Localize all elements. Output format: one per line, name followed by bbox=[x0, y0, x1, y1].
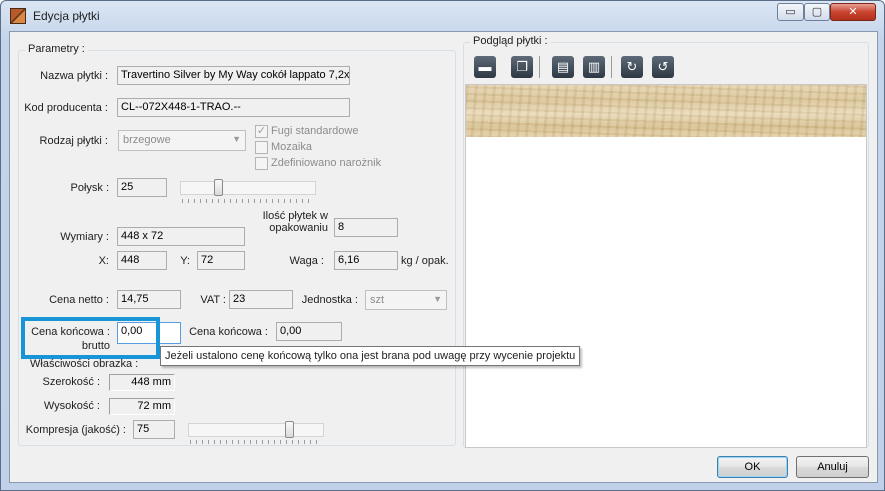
minimize-button[interactable]: ▭ bbox=[777, 3, 804, 21]
compression-slider-thumb[interactable] bbox=[284, 421, 294, 438]
weight-unit-label: kg / opak. bbox=[401, 255, 449, 267]
unit-select[interactable]: szt ▼ bbox=[365, 290, 447, 310]
x-field[interactable]: 448 bbox=[117, 251, 167, 270]
chevron-down-icon: ▼ bbox=[232, 134, 241, 144]
chevron-down-icon: ▼ bbox=[433, 294, 442, 304]
flip-vertical-icon[interactable]: ▥ bbox=[583, 56, 605, 78]
corner-defined-label: Zdefiniowano narożnik bbox=[271, 157, 382, 169]
producer-code-label: Kod producenta : bbox=[24, 102, 108, 114]
quantity-per-pack-label: Ilość płytek w opakowaniu bbox=[262, 210, 328, 234]
gloss-field[interactable]: 25 bbox=[117, 178, 167, 197]
tile-name-label: Nazwa płytki : bbox=[40, 70, 108, 82]
dimensions-field[interactable]: 448 x 72 bbox=[117, 227, 245, 246]
dialog-window: Edycja płytki ▭ ▢ ✕ Parametry : Nazwa pł… bbox=[0, 0, 885, 491]
tile-app-icon bbox=[10, 8, 26, 24]
dialog-body: Parametry : Nazwa płytki : Travertino Si… bbox=[9, 31, 878, 483]
producer-code-field[interactable]: CL--072X448-1-TRAO.-- bbox=[117, 98, 350, 117]
toolbar-divider bbox=[611, 56, 612, 78]
image-height-label: Wysokość : bbox=[43, 400, 100, 412]
y-label: Y: bbox=[180, 255, 190, 267]
weight-label: Waga : bbox=[289, 255, 324, 267]
tile-type-label: Rodzaj płytki : bbox=[39, 135, 108, 147]
x-label: X: bbox=[98, 255, 109, 267]
gloss-label: Połysk : bbox=[70, 182, 109, 194]
standard-joints-label: Fugi standardowe bbox=[271, 125, 359, 137]
gloss-slider-ticks bbox=[182, 199, 314, 203]
gloss-slider[interactable] bbox=[180, 181, 316, 195]
tooltip: Jeżeli ustalono cenę końcową tylko ona j… bbox=[160, 346, 581, 366]
compression-field[interactable]: 75 bbox=[133, 420, 175, 439]
compression-slider[interactable] bbox=[188, 423, 324, 437]
cancel-button[interactable]: Anuluj bbox=[796, 456, 869, 478]
unit-value: szt bbox=[370, 294, 385, 306]
weight-field[interactable]: 6,16 bbox=[334, 251, 398, 270]
tile-texture-image bbox=[466, 85, 866, 137]
flip-horizontal-icon[interactable]: ▤ bbox=[552, 56, 574, 78]
copy-icon[interactable]: ❐ bbox=[511, 56, 533, 78]
image-props-title: Właściwości obrazka : bbox=[30, 358, 139, 370]
ok-button[interactable]: OK bbox=[717, 456, 788, 478]
toolbar-divider bbox=[539, 56, 540, 78]
tile-type-select[interactable]: brzegowe ▼ bbox=[118, 130, 246, 151]
final-price-label: Cena końcowa : bbox=[189, 326, 268, 338]
image-width-value: 448 mm bbox=[109, 374, 175, 391]
folder-open-icon[interactable]: ▬ bbox=[474, 56, 496, 78]
corner-defined-checkbox[interactable] bbox=[255, 157, 268, 170]
image-width-label: Szerokość : bbox=[42, 376, 100, 388]
y-field[interactable]: 72 bbox=[197, 251, 245, 270]
dimensions-label: Wymiary : bbox=[60, 231, 109, 243]
compression-label: Kompresja (jakość) : bbox=[25, 424, 126, 436]
highlight-box bbox=[21, 317, 160, 359]
final-price-field[interactable]: 0,00 bbox=[276, 322, 342, 341]
preview-group-title: Podgląd płytki : bbox=[470, 35, 551, 47]
parameters-group-title: Parametry : bbox=[25, 43, 88, 55]
net-price-label: Cena netto : bbox=[49, 294, 109, 306]
vat-field[interactable]: 23 bbox=[229, 290, 293, 309]
close-button[interactable]: ✕ bbox=[830, 3, 876, 21]
image-height-value: 72 mm bbox=[109, 398, 175, 415]
window-title: Edycja płytki bbox=[33, 9, 100, 23]
rotate-right-icon[interactable]: ↻ bbox=[621, 56, 643, 78]
tile-type-value: brzegowe bbox=[123, 134, 171, 146]
quantity-per-pack-field[interactable]: 8 bbox=[334, 218, 398, 237]
mosaic-label: Mozaika bbox=[271, 141, 312, 153]
compression-slider-ticks bbox=[190, 440, 322, 444]
net-price-field[interactable]: 14,75 bbox=[117, 290, 181, 309]
unit-label: Jednostka : bbox=[301, 294, 358, 306]
maximize-button[interactable]: ▢ bbox=[804, 3, 830, 21]
rotate-left-icon[interactable]: ↺ bbox=[652, 56, 674, 78]
mosaic-checkbox[interactable] bbox=[255, 141, 268, 154]
tile-preview-area bbox=[465, 84, 867, 448]
gloss-slider-thumb[interactable] bbox=[213, 179, 223, 196]
title-bar[interactable]: Edycja płytki ▭ ▢ ✕ bbox=[1, 1, 884, 31]
standard-joints-checkbox[interactable]: ✓ bbox=[255, 125, 268, 138]
vat-label: VAT : bbox=[200, 294, 226, 306]
tile-name-field[interactable]: Travertino Silver by My Way cokół lappat… bbox=[117, 66, 350, 85]
